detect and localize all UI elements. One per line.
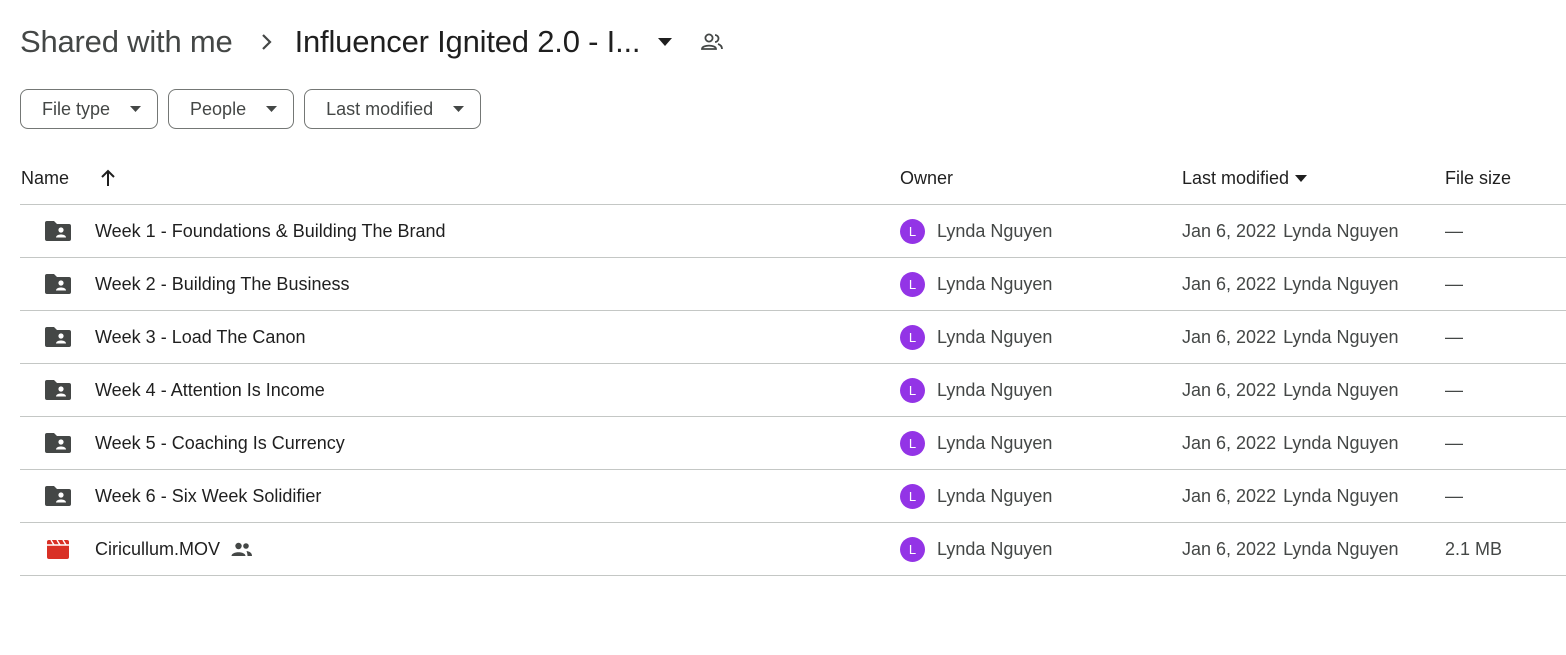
- column-header-last-modified[interactable]: Last modified: [1182, 152, 1308, 204]
- avatar: L: [900, 218, 925, 244]
- file-name: Week 2 - Building The Business: [95, 273, 350, 294]
- filter-last-modified[interactable]: Last modified: [304, 89, 482, 129]
- file-name: Ciricullum.MOV: [95, 538, 221, 559]
- file-table: Name Owner Last modified File size Week …: [20, 152, 1566, 576]
- avatar: L: [900, 324, 925, 350]
- breadcrumb: Shared with me Influencer Ignited 2.0 - …: [20, 18, 724, 66]
- avatar: L: [900, 271, 925, 297]
- table-row[interactable]: Week 6 - Six Week Solidifier L Lynda Ngu…: [20, 470, 1566, 523]
- owner-cell: L Lynda Nguyen: [900, 311, 1052, 363]
- shared-folder-icon: [44, 470, 72, 522]
- file-name: Week 5 - Coaching Is Currency: [95, 432, 345, 453]
- owner-name: Lynda Nguyen: [937, 273, 1053, 294]
- column-header-name[interactable]: Name: [21, 152, 69, 204]
- filter-chips: File type People Last modified: [20, 89, 482, 129]
- last-modified-cell: Jan 6, 2022 Lynda Nguyen: [1182, 364, 1399, 416]
- modified-date: Jan 6, 2022: [1182, 326, 1277, 347]
- table-row[interactable]: Week 4 - Attention Is Income L Lynda Ngu…: [20, 364, 1566, 417]
- last-modified-cell: Jan 6, 2022 Lynda Nguyen: [1182, 470, 1399, 522]
- shared-folder-icon: [44, 258, 72, 310]
- last-modified-cell: Jan 6, 2022 Lynda Nguyen: [1182, 417, 1399, 469]
- people-icon[interactable]: [700, 33, 724, 51]
- modified-by: Lynda Nguyen: [1283, 273, 1399, 294]
- modified-by: Lynda Nguyen: [1283, 220, 1399, 241]
- file-size: 2.1 MB: [1445, 538, 1503, 559]
- file-size: —: [1445, 432, 1463, 453]
- shared-folder-icon: [44, 205, 72, 257]
- table-row[interactable]: Week 5 - Coaching Is Currency L Lynda Ng…: [20, 417, 1566, 470]
- arrow-drop-down-icon: [453, 106, 465, 112]
- avatar: L: [900, 377, 925, 403]
- breadcrumb-current-folder[interactable]: Influencer Ignited 2.0 - I...: [295, 24, 641, 60]
- owner-cell: L Lynda Nguyen: [900, 364, 1052, 416]
- filter-people[interactable]: People: [168, 89, 295, 129]
- column-header-owner: Owner: [900, 167, 954, 188]
- modified-date: Jan 6, 2022: [1182, 379, 1277, 400]
- video-file-icon: [44, 523, 72, 575]
- modified-date: Jan 6, 2022: [1182, 432, 1277, 453]
- file-name: Week 6 - Six Week Solidifier: [95, 485, 322, 506]
- shared-folder-icon: [44, 364, 72, 416]
- owner-name: Lynda Nguyen: [937, 538, 1053, 559]
- column-header-file-size: File size: [1445, 167, 1512, 188]
- file-size: —: [1445, 326, 1463, 347]
- avatar: L: [900, 430, 925, 456]
- owner-cell: L Lynda Nguyen: [900, 523, 1052, 575]
- arrow-drop-down-icon: [266, 106, 278, 112]
- modified-by: Lynda Nguyen: [1283, 485, 1399, 506]
- owner-cell: L Lynda Nguyen: [900, 205, 1052, 257]
- column-header-label: Last modified: [1182, 167, 1290, 188]
- modified-by: Lynda Nguyen: [1283, 326, 1399, 347]
- file-name: Week 4 - Attention Is Income: [95, 379, 325, 400]
- chevron-right-icon: [261, 33, 273, 51]
- modified-date: Jan 6, 2022: [1182, 220, 1277, 241]
- owner-name: Lynda Nguyen: [937, 379, 1053, 400]
- avatar: L: [900, 536, 925, 562]
- modified-by: Lynda Nguyen: [1283, 379, 1399, 400]
- table-header: Name Owner Last modified File size: [20, 152, 1566, 205]
- arrow-upward-icon[interactable]: [100, 152, 116, 204]
- table-row[interactable]: Week 3 - Load The Canon L Lynda Nguyen J…: [20, 311, 1566, 364]
- modified-by: Lynda Nguyen: [1283, 538, 1399, 559]
- drive-file-list-page: Shared with me Influencer Ignited 2.0 - …: [0, 0, 1566, 655]
- folder-menu-dropdown-icon[interactable]: [658, 38, 673, 46]
- owner-name: Lynda Nguyen: [937, 220, 1053, 241]
- filter-file-type[interactable]: File type: [20, 89, 159, 129]
- people-icon: [231, 542, 253, 557]
- filter-label: People: [190, 98, 247, 119]
- owner-cell: L Lynda Nguyen: [900, 470, 1052, 522]
- owner-name: Lynda Nguyen: [937, 485, 1053, 506]
- file-size: —: [1445, 220, 1463, 241]
- owner-cell: L Lynda Nguyen: [900, 258, 1052, 310]
- shared-folder-icon: [44, 417, 72, 469]
- owner-name: Lynda Nguyen: [937, 326, 1053, 347]
- filter-label: File type: [42, 98, 111, 119]
- table-row[interactable]: Week 1 - Foundations & Building The Bran…: [20, 205, 1566, 258]
- file-size: —: [1445, 485, 1463, 506]
- arrow-drop-down-icon: [130, 106, 142, 112]
- modified-date: Jan 6, 2022: [1182, 273, 1277, 294]
- last-modified-cell: Jan 6, 2022 Lynda Nguyen: [1182, 523, 1399, 575]
- modified-by: Lynda Nguyen: [1283, 432, 1399, 453]
- table-row[interactable]: Ciricullum.MOV L Lynda Nguyen Jan 6, 202…: [20, 523, 1566, 576]
- last-modified-cell: Jan 6, 2022 Lynda Nguyen: [1182, 258, 1399, 310]
- shared-folder-icon: [44, 311, 72, 363]
- last-modified-cell: Jan 6, 2022 Lynda Nguyen: [1182, 311, 1399, 363]
- file-name: Week 3 - Load The Canon: [95, 326, 306, 347]
- table-row[interactable]: Week 2 - Building The Business L Lynda N…: [20, 258, 1566, 311]
- file-name-cell: Ciricullum.MOV: [95, 523, 253, 575]
- modified-date: Jan 6, 2022: [1182, 485, 1277, 506]
- last-modified-cell: Jan 6, 2022 Lynda Nguyen: [1182, 205, 1399, 257]
- filter-label: Last modified: [326, 98, 434, 119]
- owner-cell: L Lynda Nguyen: [900, 417, 1052, 469]
- file-name: Week 1 - Foundations & Building The Bran…: [95, 220, 446, 241]
- modified-date: Jan 6, 2022: [1182, 538, 1277, 559]
- avatar: L: [900, 483, 925, 509]
- breadcrumb-shared-with-me[interactable]: Shared with me: [20, 24, 233, 60]
- file-size: —: [1445, 273, 1463, 294]
- arrow-drop-down-icon: [1295, 174, 1308, 182]
- file-size: —: [1445, 379, 1463, 400]
- owner-name: Lynda Nguyen: [937, 432, 1053, 453]
